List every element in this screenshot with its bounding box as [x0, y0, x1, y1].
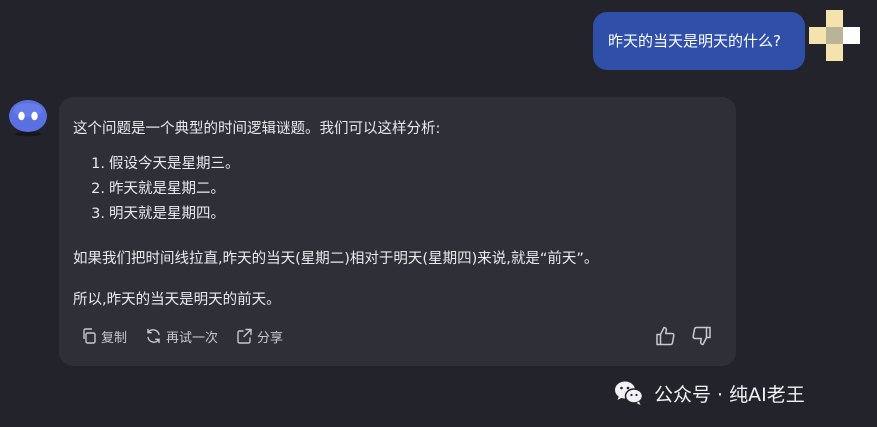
thumbs-up-button[interactable] — [654, 325, 676, 347]
share-button[interactable]: 分享 — [236, 326, 283, 346]
regenerate-button[interactable]: 再试一次 — [145, 326, 218, 346]
wechat-icon — [615, 381, 644, 405]
bot-avatar — [8, 98, 48, 138]
thumbs-down-icon — [692, 326, 711, 346]
answer-intro: 这个问题是一个典型的时间逻辑谜题。我们可以这样分析: — [73, 121, 441, 137]
share-label: 分享 — [257, 330, 284, 346]
user-message-text: 昨天的当天是明天的什么? — [608, 32, 781, 50]
watermark: 公众号 · 纯AI老王 — [614, 378, 805, 408]
user-avatar[interactable] — [809, 10, 860, 61]
thumbs-up-icon — [656, 326, 675, 346]
copy-button[interactable]: 复制 — [81, 326, 127, 346]
refresh-icon — [147, 328, 160, 344]
user-message-bubble: 昨天的当天是明天的什么? — [593, 12, 805, 70]
list-item: 1. 假设今天是星期三。 — [91, 156, 240, 172]
assistant-message-card: 这个问题是一个典型的时间逻辑谜题。我们可以这样分析: 1. 假设今天是星期三。 2… — [59, 97, 736, 366]
answer-conclusion: 所以,昨天的当天是明天的前天。 — [73, 292, 281, 308]
copy-icon — [83, 328, 96, 344]
list-item: 3. 明天就是星期四。 — [91, 206, 225, 222]
list-item: 2. 昨天就是星期二。 — [91, 181, 225, 197]
watermark-text: 公众号 · 纯AI老王 — [654, 383, 805, 406]
share-icon — [237, 328, 252, 344]
answer-steps-list: 1. 假设今天是星期三。 2. 昨天就是星期二。 3. 明天就是星期四。 — [73, 152, 240, 227]
regenerate-label: 再试一次 — [166, 330, 219, 346]
copy-label: 复制 — [101, 330, 128, 346]
thumbs-down-button[interactable] — [691, 325, 713, 347]
answer-explanation: 如果我们把时间线拉直,昨天的当天(星期二)相对于明天(星期四)来说,就是“前天”… — [73, 251, 599, 267]
